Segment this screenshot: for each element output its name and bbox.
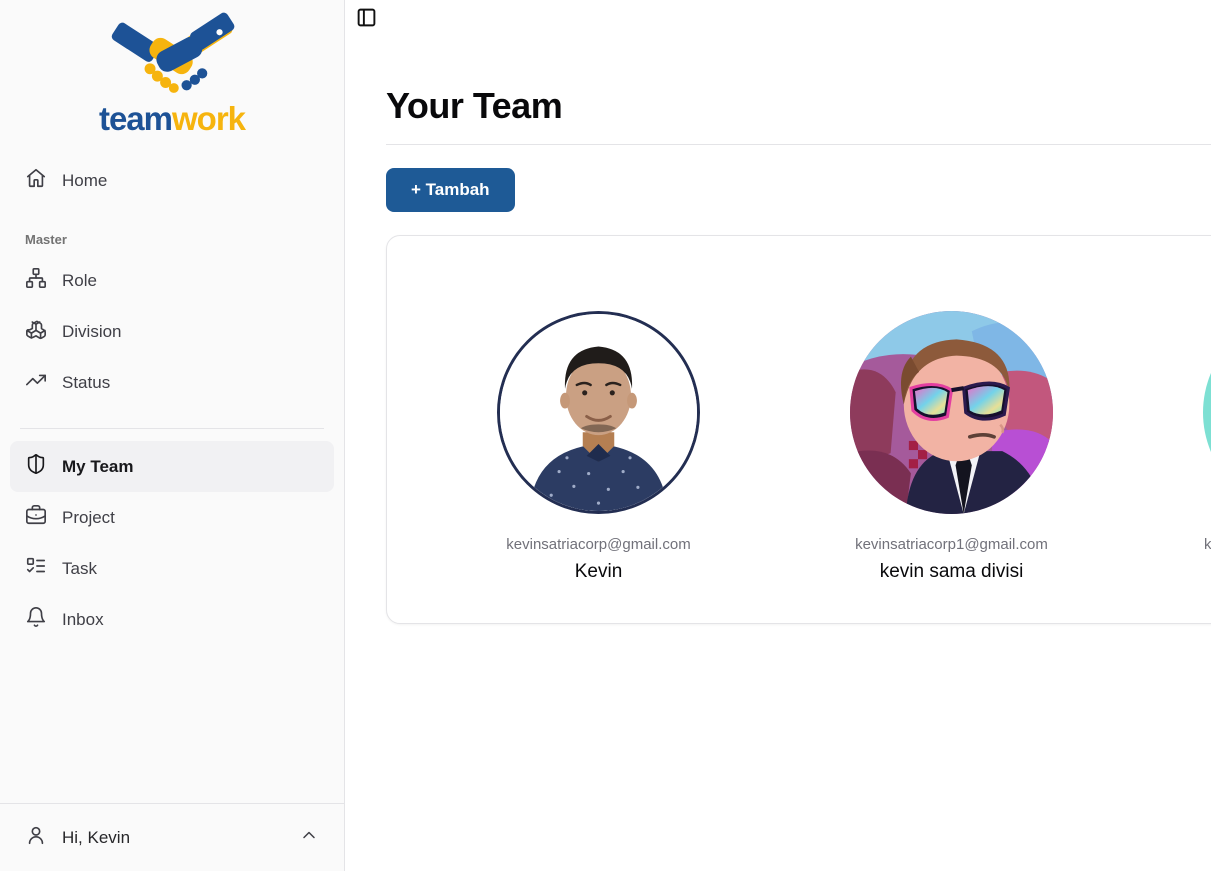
home-icon	[25, 167, 47, 194]
sidebar-item-role[interactable]: Role	[10, 255, 334, 306]
page-title: Your Team	[386, 85, 1211, 127]
add-member-button[interactable]: + Tambah	[386, 168, 515, 212]
member-email: kevinsatriacorp1@gmail.com	[855, 536, 1048, 553]
checklist-icon	[25, 555, 47, 582]
app-window: teamwork Home Master Role Division	[0, 0, 1211, 871]
member-avatar-cartoon	[850, 311, 1053, 514]
sidebar: teamwork Home Master Role Division	[0, 0, 345, 871]
main-content: Your Team + Tambah	[345, 0, 1211, 871]
member-email: k	[1128, 536, 1211, 553]
logo-word-team: team	[99, 100, 172, 137]
sidebar-item-label: Inbox	[62, 610, 104, 630]
team-member-card[interactable]: k	[1128, 311, 1211, 623]
logo-word-work: work	[172, 100, 245, 137]
team-member-card[interactable]: kevinsatriacorp@gmail.com Kevin	[422, 311, 775, 623]
briefcase-icon	[25, 504, 47, 531]
member-avatar-teal	[1203, 311, 1211, 514]
sidebar-item-label: Home	[62, 171, 107, 191]
panel-left-icon	[356, 16, 377, 31]
member-email: kevinsatriacorp@gmail.com	[506, 536, 690, 553]
sidebar-divider	[20, 428, 324, 429]
shield-icon	[25, 453, 47, 480]
sidebar-item-label: Role	[62, 271, 97, 291]
sidebar-item-label: My Team	[62, 457, 134, 477]
sidebar-toggle-button[interactable]	[356, 7, 377, 28]
team-members-card: kevinsatriacorp@gmail.com Kevin	[386, 235, 1211, 624]
boxes-icon	[25, 318, 47, 345]
page-content: Your Team + Tambah	[345, 0, 1211, 624]
sidebar-section-master: Master	[25, 232, 319, 247]
user-menu[interactable]: Hi, Kevin	[0, 803, 344, 871]
handshake-icon	[99, 12, 245, 100]
bell-icon	[25, 606, 47, 633]
sidebar-item-project[interactable]: Project	[10, 492, 334, 543]
sidebar-nav: Home Master Role Division Status	[0, 155, 344, 645]
member-name: Kevin	[575, 561, 623, 583]
sidebar-item-division[interactable]: Division	[10, 306, 334, 357]
sidebar-item-label: Status	[62, 373, 110, 393]
sidebar-item-status[interactable]: Status	[10, 357, 334, 408]
sidebar-spacer	[0, 645, 344, 803]
org-chart-icon	[25, 267, 47, 294]
teamwork-logo[interactable]: teamwork	[99, 12, 245, 135]
logo-wordmark: teamwork	[99, 102, 245, 135]
team-member-card[interactable]: kevinsatriacorp1@gmail.com kevin sama di…	[775, 311, 1128, 623]
sidebar-item-label: Division	[62, 322, 122, 342]
sidebar-item-home[interactable]: Home	[10, 155, 334, 206]
chevron-up-icon	[299, 825, 319, 850]
sidebar-item-label: Task	[62, 559, 97, 579]
member-avatar-photo	[497, 311, 700, 514]
member-name: kevin sama divisi	[880, 561, 1024, 583]
user-greeting: Hi, Kevin	[62, 828, 130, 848]
trending-up-icon	[25, 369, 47, 396]
sidebar-item-my-team[interactable]: My Team	[10, 441, 334, 492]
title-divider	[386, 144, 1211, 145]
sidebar-item-inbox[interactable]: Inbox	[10, 594, 334, 645]
sidebar-item-task[interactable]: Task	[10, 543, 334, 594]
sidebar-item-label: Project	[62, 508, 115, 528]
person-icon	[25, 824, 47, 851]
